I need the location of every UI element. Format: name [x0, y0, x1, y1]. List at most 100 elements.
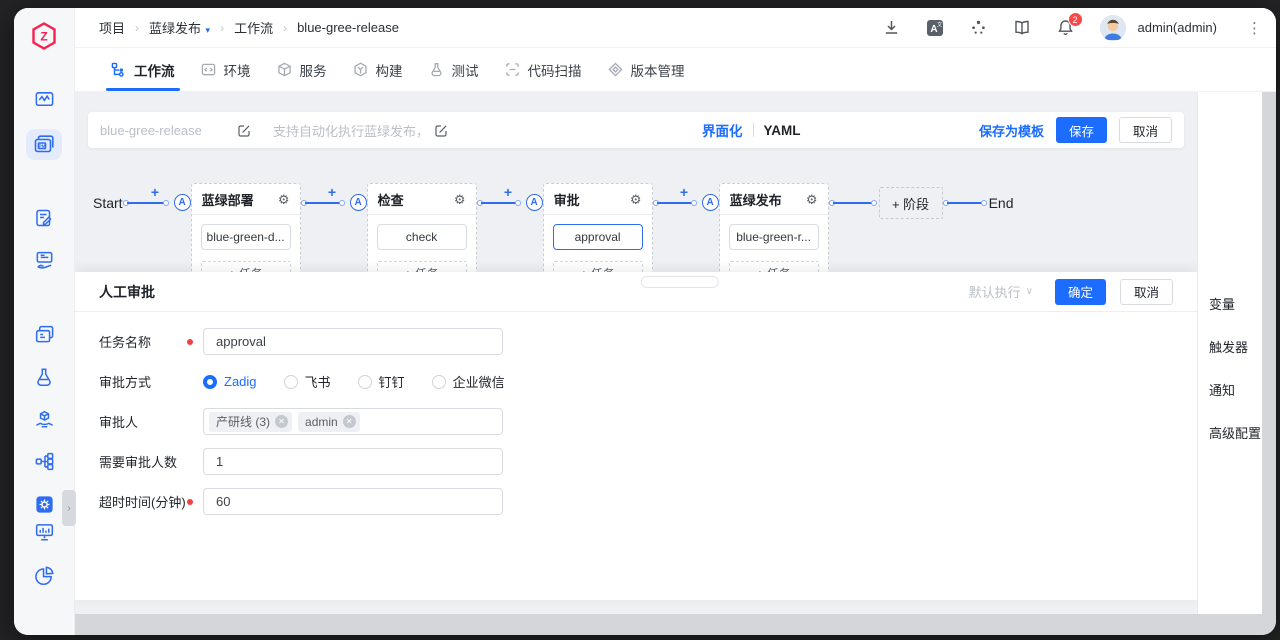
project-tabs: 工作流 环境 服务 构建 测试 代码扫描 版本管理 [75, 48, 1276, 92]
task-blue-green-release[interactable]: blue-green-r... [728, 224, 819, 250]
stage-card-blue-green-release[interactable]: 蓝绿发布⚙ blue-green-r... + 任务 [718, 183, 829, 286]
stage-settings-gear-icon[interactable]: ⚙ [454, 193, 466, 206]
code-scan-icon [505, 63, 519, 76]
nav-advanced-config[interactable]: 高级配置 [1209, 423, 1262, 442]
breadcrumb-projects[interactable]: 项目 [99, 18, 125, 37]
workflow-settings-nav: 变量 触发器 通知 高级配置 [1197, 92, 1262, 614]
nav-notifications[interactable]: 通知 [1209, 380, 1262, 399]
form-row-timeout: 超时时间(分钟) [99, 488, 1173, 515]
stage-card-check[interactable]: 检查⚙ check + 任务 [366, 183, 477, 286]
workflow-tree-icon [111, 62, 124, 77]
stage-settings-gear-icon[interactable]: ⚙ [806, 193, 818, 206]
tab-build[interactable]: 构建 [340, 48, 416, 91]
stage-settings-gear-icon[interactable]: ⚙ [278, 193, 290, 206]
edit-name-icon[interactable] [238, 124, 251, 137]
approver-count-label: 需要审批人数 [99, 455, 178, 470]
add-stage-button[interactable]: + 阶段 [878, 187, 943, 219]
view-ui-toggle[interactable]: 界面化 [702, 120, 743, 140]
sidebar-item-statistics[interactable] [27, 562, 61, 589]
workflow-description-text: 支持自动化执行蓝绿发布， [273, 123, 430, 139]
tab-environment[interactable]: 环境 [188, 48, 264, 91]
panel-cancel-button[interactable]: 取消 [1119, 278, 1173, 305]
radio-wecom[interactable]: 企业微信 [431, 372, 505, 391]
sidebar-item-release-plan[interactable] [27, 204, 61, 231]
sidebar-item-data-insight[interactable] [27, 519, 61, 546]
remove-tag-icon[interactable]: ✕ [275, 415, 289, 428]
task-approval-selected[interactable]: approval [552, 224, 643, 250]
nav-variables[interactable]: 变量 [1209, 294, 1262, 313]
docs-book-icon[interactable] [1013, 19, 1031, 36]
tab-version[interactable]: 版本管理 [595, 48, 698, 91]
nav-triggers[interactable]: 触发器 [1209, 337, 1262, 356]
sidebar-item-template-library[interactable] [27, 321, 61, 348]
stage-card-approval[interactable]: 审批⚙ approval + 任务 [542, 183, 653, 286]
panel-collapse-handle[interactable] [640, 276, 719, 288]
bell-icon[interactable]: 2 [1057, 12, 1083, 36]
view-toggle: 界面化 YAML [702, 120, 801, 140]
stage-settings-gear-icon[interactable]: ⚙ [630, 193, 642, 206]
sidebar-item-test[interactable] [27, 364, 61, 391]
sidebar-item-projects[interactable]: PM [26, 129, 62, 161]
breadcrumb-separator: › [283, 20, 288, 35]
save-as-template-button[interactable]: 保存为模板 [979, 121, 1044, 140]
edit-description-icon[interactable] [435, 124, 448, 137]
sidebar-item-artifact[interactable] [27, 407, 61, 434]
approve-type-label: 审批方式 [99, 375, 152, 390]
zadig-logo-icon[interactable]: Z [29, 21, 59, 56]
timeout-input[interactable] [203, 488, 503, 515]
translate-icon[interactable]: A文 [926, 19, 944, 37]
sidebar-item-settings[interactable] [27, 491, 61, 518]
approval-marker-icon[interactable]: A [525, 194, 543, 211]
cancel-button[interactable]: 取消 [1118, 117, 1172, 143]
radio-feishu[interactable]: 飞书 [283, 372, 331, 391]
workflow-name-text: blue-gree-release [100, 122, 202, 138]
tab-workflow[interactable]: 工作流 [98, 48, 188, 91]
user-avatar[interactable] [1099, 14, 1126, 41]
confirm-button[interactable]: 确定 [1054, 278, 1106, 305]
top-header: 项目 › 蓝绿发布 ▾ › 工作流 › blue-gree-release A文 [75, 8, 1276, 48]
add-stage-plus-icon[interactable]: + [328, 184, 336, 200]
svg-text:Z: Z [40, 30, 47, 44]
tab-code-scan[interactable]: 代码扫描 [492, 48, 595, 91]
breadcrumb-project-name[interactable]: 蓝绿发布 ▾ [149, 18, 210, 37]
form-row-approver-count: 需要审批人数 [99, 448, 1173, 475]
required-marker [187, 338, 193, 345]
exec-mode-dropdown[interactable]: 默认执行 ∨ [969, 282, 1033, 301]
download-icon[interactable] [883, 19, 900, 36]
approver-count-input[interactable] [203, 448, 503, 475]
view-yaml-toggle[interactable]: YAML [764, 123, 801, 138]
approval-marker-icon[interactable]: A [701, 194, 719, 211]
breadcrumb: 项目 › 蓝绿发布 ▾ › 工作流 › blue-gree-release [99, 18, 399, 37]
approval-marker-icon[interactable]: A [349, 194, 367, 211]
user-name[interactable]: admin(admin) [1138, 20, 1217, 35]
task-check[interactable]: check [376, 224, 467, 250]
sidebar-item-environment[interactable] [27, 448, 61, 475]
approvers-label: 审批人 [99, 415, 139, 430]
breadcrumb-workflows[interactable]: 工作流 [234, 18, 273, 37]
sidebar-item-dashboard[interactable] [27, 86, 61, 113]
add-stage-plus-icon[interactable]: + [680, 184, 688, 200]
radio-zadig[interactable]: Zadig [203, 374, 257, 389]
task-blue-green-deploy[interactable]: blue-green-d... [200, 224, 291, 250]
approval-marker-icon[interactable]: A [173, 194, 191, 211]
task-name-input[interactable] [203, 328, 503, 355]
pipeline-end-label: End [988, 195, 1014, 211]
workflow-editor-page: blue-gree-release 支持自动化执行蓝绿发布， 界面化 YAML … [75, 92, 1262, 614]
add-stage-plus-icon[interactable]: + [504, 184, 512, 200]
approval-config-panel: 人工审批 默认执行∨ 确定 取消 任务名称 审批方式 [75, 272, 1197, 600]
stage-card-blue-green-deploy[interactable]: 蓝绿部署⚙ blue-green-d... + 任务 [190, 183, 301, 286]
tab-service[interactable]: 服务 [264, 48, 340, 91]
more-menu-icon[interactable]: ⋮ [1247, 19, 1262, 37]
task-name-label: 任务名称 [99, 335, 152, 350]
save-button[interactable]: 保存 [1055, 117, 1107, 143]
sidebar-collapse-handle[interactable]: › [62, 490, 76, 526]
remove-tag-icon[interactable]: ✕ [342, 415, 356, 428]
add-stage-plus-icon[interactable]: + [151, 184, 159, 200]
share-dots-icon[interactable] [970, 19, 987, 36]
sidebar-item-delivery[interactable] [27, 247, 61, 274]
approvers-input[interactable]: 产研线 (3) ✕ admin ✕ [203, 408, 503, 435]
radio-icon [203, 374, 217, 389]
form-row-approve-type: 审批方式 Zadig 飞书 钉钉 企业微信 [99, 368, 1173, 395]
radio-dingtalk[interactable]: 钉钉 [357, 372, 405, 391]
tab-test[interactable]: 测试 [416, 48, 492, 91]
